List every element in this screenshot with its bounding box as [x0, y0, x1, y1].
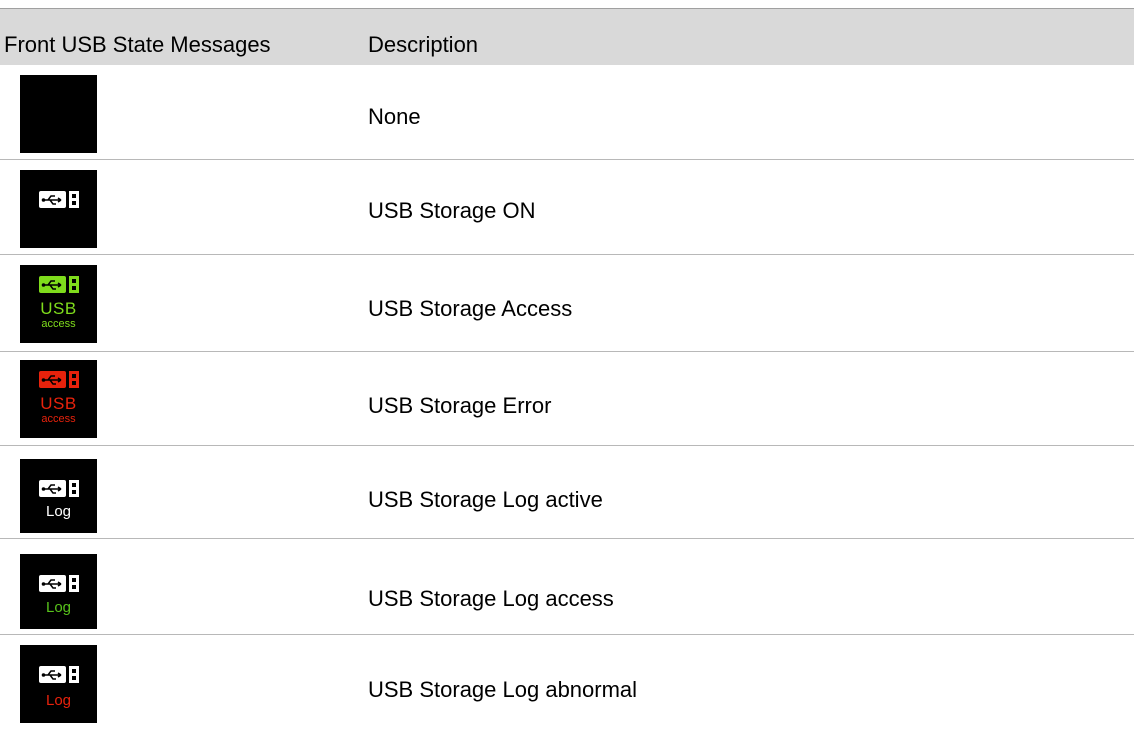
icon-label: Log [45, 599, 72, 616]
table-row: USB access USB Storage Error [0, 352, 1134, 446]
row-description: USB Storage Access [368, 296, 573, 321]
icon-label: USB [40, 394, 77, 413]
usb-symbol-icon [39, 191, 79, 208]
usb-symbol-icon [39, 480, 79, 497]
usb-drive-icon: Log [20, 554, 97, 629]
row-description: USB Storage Error [368, 393, 552, 418]
usb-drive-icon: USB access [20, 265, 97, 343]
table-row: Log USB Storage Log abnormal [0, 635, 1134, 729]
row-description: USB Storage ON [368, 198, 536, 223]
usb-symbol-icon [39, 276, 79, 293]
row-description: USB Storage Log abnormal [368, 677, 638, 702]
blank-icon [20, 75, 97, 153]
table-row: Log USB Storage Log active [0, 446, 1134, 539]
usb-symbol-icon [39, 666, 79, 683]
usb-drive-icon: Log [20, 645, 97, 723]
icon-sublabel: access [41, 413, 76, 425]
table-row: Log USB Storage Log access [0, 539, 1134, 635]
table-header-row: Front USB State Messages Description [0, 8, 1134, 65]
usb-drive-icon: USB access [20, 360, 97, 438]
icon-label: USB [40, 299, 77, 318]
icon-label: Log [45, 692, 72, 709]
table-row: None [0, 65, 1134, 160]
row-description: USB Storage Log access [368, 586, 614, 611]
usb-drive-icon: Log [20, 459, 97, 533]
table-row: USB Storage ON [0, 160, 1134, 255]
row-description: USB Storage Log active [368, 487, 603, 512]
row-description: None [368, 104, 421, 129]
usb-drive-icon [20, 170, 97, 248]
icon-label: Log [45, 503, 72, 520]
table-row: USB access USB Storage Access [0, 255, 1134, 352]
usb-symbol-icon [39, 371, 79, 388]
icon-sublabel: access [41, 318, 76, 330]
header-description: Description [368, 32, 479, 57]
header-front-usb-state-messages: Front USB State Messages [4, 32, 271, 57]
usb-symbol-icon [39, 575, 79, 592]
